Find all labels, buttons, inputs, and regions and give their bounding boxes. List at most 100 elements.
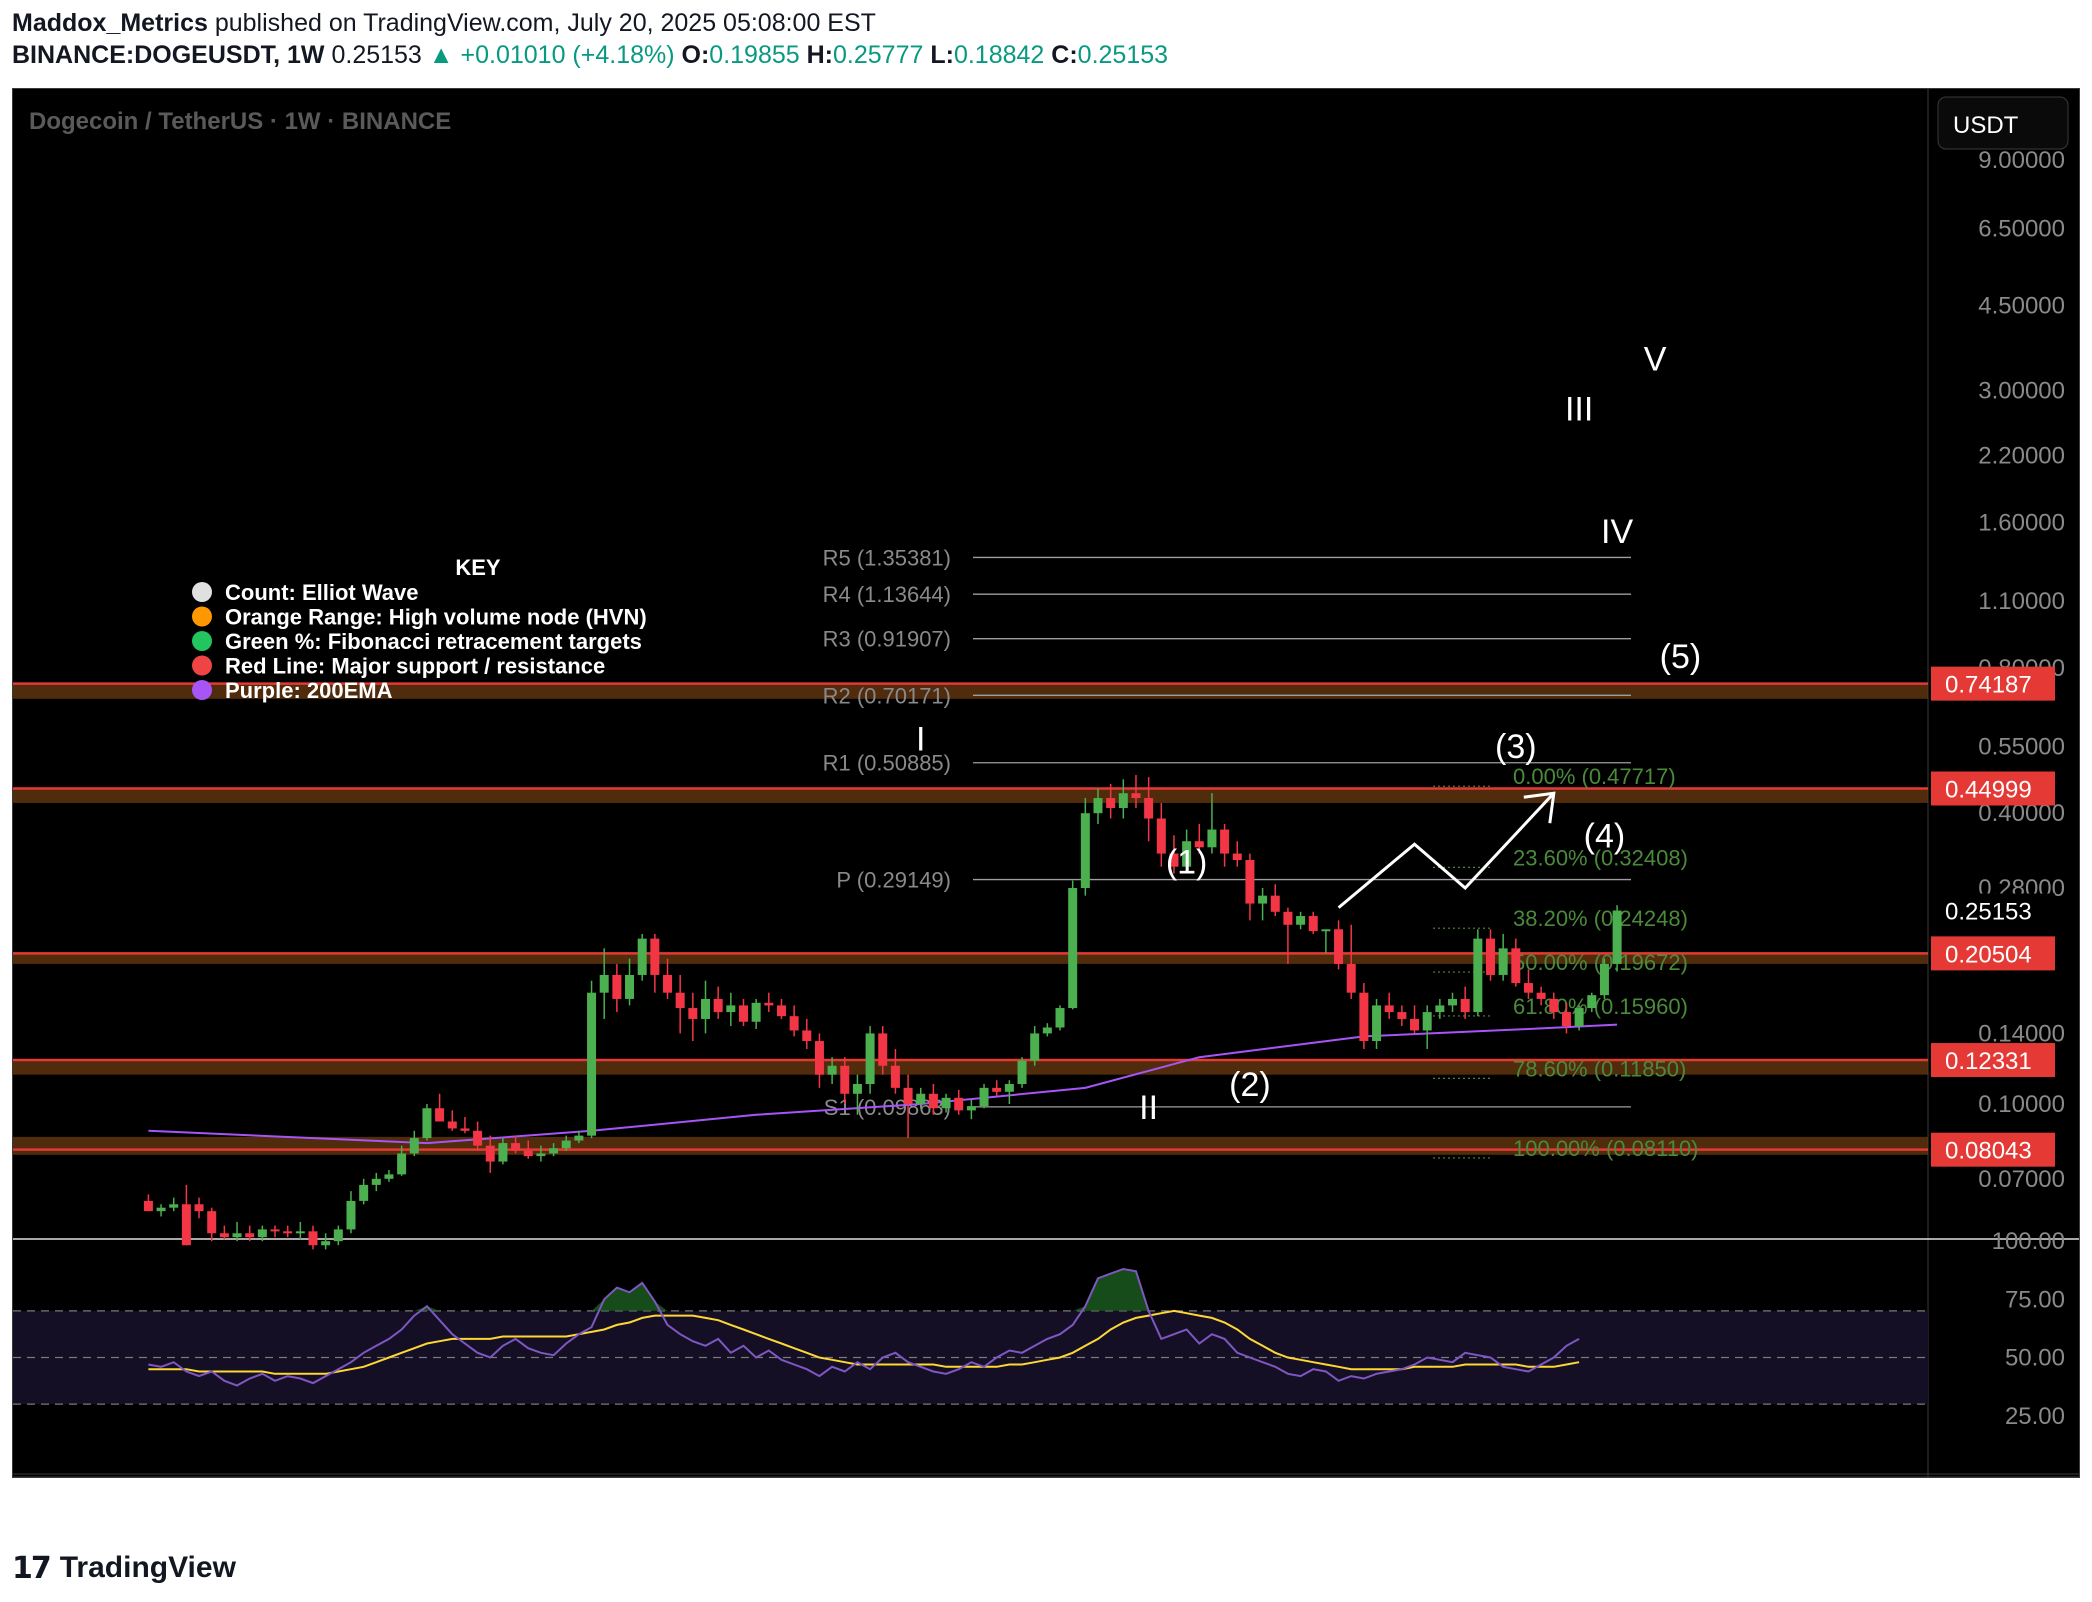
candle-body-85 — [1220, 829, 1230, 854]
candle-body-103 — [1448, 998, 1458, 1006]
tradingview-logo-icon: 17 — [12, 1550, 52, 1586]
fib-label-5: 78.60% (0.11850) — [1513, 1056, 1686, 1081]
candle-body-45 — [713, 998, 723, 1013]
last-price: 0.25153 — [331, 41, 422, 69]
price-change: +0.01010 (+4.18%) — [460, 41, 675, 69]
candle-body-62 — [928, 1093, 938, 1109]
candle-body-47 — [738, 1005, 748, 1022]
candle-body-44 — [700, 998, 710, 1019]
open-label: O: — [681, 41, 710, 69]
candle-body-31 — [536, 1153, 546, 1157]
wave-label-7: (3) — [1495, 728, 1537, 766]
candle-body-39 — [637, 938, 647, 975]
key-label-3: Red Line: Major support / resistance — [225, 654, 605, 679]
candle-body-9 — [257, 1229, 267, 1238]
wave-label-4: V — [1644, 341, 1667, 379]
key-label-2: Green %: Fibonacci retracement targets — [225, 629, 642, 654]
key-label-4: Purple: 200EMA — [225, 678, 393, 703]
candle-body-79 — [1144, 798, 1154, 819]
candle-body-11 — [283, 1231, 293, 1234]
candle-body-111 — [1549, 998, 1559, 1013]
pivot-label-1: R4 (1.13644) — [823, 582, 951, 607]
candle-body-33 — [561, 1140, 571, 1149]
key-dot-4 — [192, 680, 212, 700]
rsi-tick-0: 100.00 — [1992, 1228, 2065, 1255]
pivot-label-4: R1 (0.50885) — [823, 751, 951, 776]
tradingview-logo[interactable]: 17 TradingView — [12, 1548, 236, 1588]
candle-body-80 — [1156, 818, 1166, 854]
author-name[interactable]: Maddox_Metrics — [12, 9, 208, 37]
candle-body-49 — [764, 1002, 774, 1006]
candle-body-89 — [1270, 895, 1280, 912]
price-tick-8: 0.55000 — [1978, 733, 2065, 760]
candle-body-10 — [270, 1229, 280, 1232]
candle-body-0 — [143, 1200, 153, 1212]
candle-body-102 — [1435, 1005, 1445, 1013]
rsi-tick-2: 50.00 — [2005, 1345, 2065, 1372]
key-dot-0 — [192, 582, 212, 602]
candle-body-61 — [916, 1093, 926, 1104]
candle-body-29 — [511, 1143, 521, 1151]
candle-body-12 — [295, 1231, 305, 1234]
candle-body-37 — [612, 974, 622, 999]
candle-body-4 — [194, 1204, 204, 1212]
candle-body-30 — [523, 1150, 533, 1157]
chart-frame[interactable]: Dogecoin / TetherUS · 1W · BINANCE USDT R5… — [12, 88, 2080, 1478]
candle-body-88 — [1258, 895, 1268, 904]
candle-body-94 — [1334, 929, 1344, 964]
price-tick-12: 0.10000 — [1978, 1091, 2065, 1118]
open-value: 0.19855 — [709, 41, 800, 69]
close-label: C: — [1051, 41, 1078, 69]
key-title: KEY — [455, 555, 501, 580]
pivot-label-0: R5 (1.35381) — [823, 545, 951, 570]
price-badge-label-2: 0.25153 — [1945, 899, 2032, 926]
candle-body-74 — [1080, 813, 1090, 889]
price-tick-2: 4.50000 — [1978, 292, 2065, 319]
candle-body-109 — [1523, 983, 1533, 993]
candle-body-14 — [321, 1241, 331, 1246]
high-label: H: — [806, 41, 834, 69]
candle-body-56 — [852, 1084, 862, 1094]
candle-body-20 — [397, 1153, 407, 1175]
candle-body-42 — [675, 992, 685, 1009]
key-dot-1 — [192, 606, 212, 627]
candle-body-84 — [1207, 829, 1217, 848]
candle-body-22 — [422, 1108, 432, 1139]
candle-body-1 — [156, 1207, 166, 1212]
candle-body-104 — [1460, 998, 1470, 1013]
candle-body-67 — [992, 1087, 1002, 1092]
candle-body-52 — [802, 1030, 812, 1042]
price-tick-13: 0.07000 — [1978, 1166, 2065, 1193]
price-badge-label-0: 0.74187 — [1945, 672, 2032, 699]
low-label: L: — [930, 41, 954, 69]
candle-body-113 — [1574, 1008, 1584, 1027]
candle-body-35 — [587, 992, 597, 1136]
currency-button-label: USDT — [1953, 112, 2019, 139]
candle-body-43 — [688, 1008, 698, 1019]
candle-body-114 — [1587, 995, 1597, 1009]
candle-body-2 — [169, 1204, 179, 1208]
candle-body-65 — [966, 1106, 976, 1111]
candle-body-78 — [1131, 793, 1141, 799]
candle-body-3 — [181, 1204, 191, 1246]
candle-body-86 — [1232, 853, 1242, 861]
symbol-label: BINANCE:DOGEUSDT, 1W — [12, 41, 325, 69]
candle-body-19 — [384, 1174, 394, 1179]
fib-label-6: 100.00% (0.08110) — [1513, 1136, 1699, 1161]
wave-label-8: (4) — [1584, 817, 1626, 855]
candle-body-106 — [1485, 938, 1495, 975]
candle-body-54 — [827, 1065, 837, 1075]
candle-body-97 — [1372, 1005, 1382, 1042]
candle-body-73 — [1068, 888, 1078, 1009]
price-badge-label-3: 0.20504 — [1945, 941, 2032, 968]
candle-body-46 — [726, 1005, 736, 1013]
wave-label-3: IV — [1601, 513, 1633, 551]
candle-body-68 — [1004, 1084, 1014, 1092]
rsi-tick-1: 75.00 — [2005, 1286, 2065, 1313]
candle-body-51 — [789, 1016, 799, 1031]
close-value: 0.25153 — [1077, 41, 1169, 69]
chart-canvas[interactable]: Dogecoin / TetherUS · 1W · BINANCE USDT R5… — [13, 89, 2079, 1477]
candle-body-70 — [1030, 1033, 1040, 1061]
pivot-label-5: P (0.29149) — [836, 868, 951, 893]
candle-body-112 — [1561, 1012, 1571, 1027]
